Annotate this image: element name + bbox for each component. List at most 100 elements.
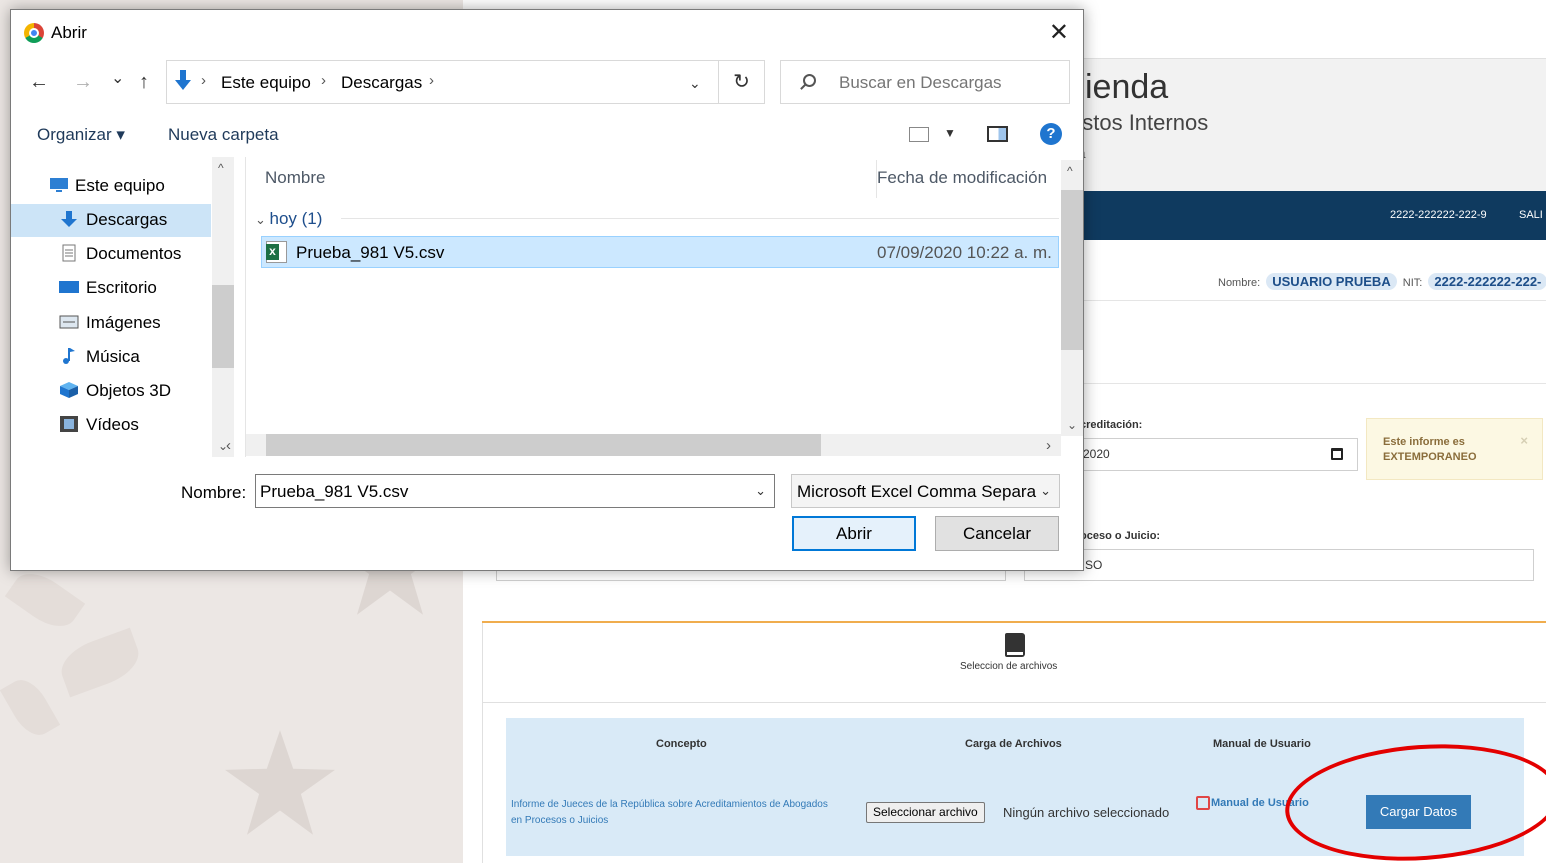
sidebar-item-escritorio[interactable]: Escritorio	[11, 272, 211, 305]
book-icon	[1005, 633, 1025, 657]
sidebar-item-label: Vídeos	[86, 415, 139, 434]
help-icon[interactable]: ?	[1040, 123, 1062, 145]
logout-link[interactable]: SALI	[1519, 209, 1543, 221]
user-info: Nombre: USUARIO PRUEBA NIT: 2222-222222-…	[1218, 273, 1546, 290]
breadcrumb-descargas[interactable]: Descargas	[341, 73, 422, 93]
chevron-down-icon[interactable]: ⌄	[755, 483, 766, 499]
sidebar-item-videos[interactable]: Vídeos	[11, 409, 211, 442]
divider	[1060, 300, 1546, 301]
user-nit-badge: 2222-222222-222-	[1428, 273, 1546, 290]
forward-button[interactable]: →	[73, 71, 93, 94]
back-button[interactable]: ←	[29, 71, 49, 94]
sidebar-item-label: Este equipo	[75, 176, 165, 195]
sidebar-item-objetos-3d[interactable]: Objetos 3D	[11, 375, 211, 408]
star-decoration-icon	[225, 730, 335, 835]
excel-csv-icon	[266, 241, 287, 263]
file-type-value: Microsoft Excel Comma Separa	[797, 482, 1037, 501]
sidebar-item-label: Documentos	[86, 244, 182, 263]
process-label: oceso o Juicio:	[1080, 530, 1161, 542]
sidebar-item-label: Imágenes	[86, 313, 161, 332]
documents-icon	[62, 244, 76, 262]
breadcrumb-separator: ›	[429, 72, 434, 89]
sidebar-item-label: Objetos 3D	[86, 381, 172, 400]
concept-link[interactable]: Informe de Jueces de la República sobre …	[511, 797, 841, 829]
horizontal-scrollbar[interactable]: ‹ ›	[226, 434, 1061, 456]
user-nit-label: NIT:	[1402, 277, 1423, 289]
chevron-down-icon[interactable]: ⌄	[1040, 483, 1051, 499]
file-selection-label: Seleccion de archivos	[960, 661, 1058, 672]
breadcrumb-este-equipo[interactable]: Este equipo	[221, 73, 311, 93]
filename-input[interactable]	[260, 482, 740, 502]
file-list-scrollbar[interactable]: ^ ⌄	[1061, 160, 1083, 436]
extemporaneous-alert: Este informe es EXTEMPORANEO ×	[1366, 418, 1543, 480]
scroll-up-icon[interactable]: ^	[1067, 164, 1073, 178]
cancel-button[interactable]: Cancelar	[935, 516, 1059, 551]
scroll-thumb[interactable]	[212, 285, 234, 368]
group-divider	[341, 218, 1059, 219]
search-input[interactable]	[839, 73, 1059, 93]
page-subtitle: estos Internos	[1070, 110, 1209, 135]
column-header-manual: Manual de Usuario	[1213, 738, 1311, 750]
close-button[interactable]: ✕	[1049, 18, 1069, 47]
sidebar-item-documentos[interactable]: Documentos	[11, 238, 211, 271]
music-icon	[63, 348, 75, 364]
calendar-icon[interactable]	[1331, 448, 1343, 460]
desktop-icon	[59, 281, 79, 293]
sidebar-item-este-equipo[interactable]: Este equipo	[11, 170, 211, 203]
process-input[interactable]: SO	[1024, 549, 1534, 581]
leaf-decoration	[54, 627, 146, 698]
group-header-label: hoy (1)	[269, 209, 323, 228]
scroll-right-icon[interactable]: ›	[1046, 437, 1051, 454]
column-header-name[interactable]: Nombre	[265, 168, 325, 188]
view-caret-icon[interactable]: ▼	[944, 126, 956, 140]
scroll-up-icon[interactable]: ^	[218, 161, 224, 175]
column-header-concepto: Concepto	[656, 738, 707, 750]
downloads-arrow-icon	[175, 70, 191, 90]
group-header-today[interactable]: ⌄ hoy (1)	[255, 209, 322, 229]
accreditation-date-label: creditación:	[1080, 419, 1143, 431]
filename-label: Nombre:	[181, 483, 247, 502]
leaf-decoration	[0, 672, 61, 743]
downloads-icon	[61, 211, 77, 227]
scroll-down-icon[interactable]: ⌄	[1067, 418, 1077, 432]
file-type-select[interactable]: Microsoft Excel Comma Separa ⌄	[791, 474, 1060, 508]
no-file-selected-text: Ningún archivo seleccionado	[1003, 805, 1170, 820]
new-folder-button[interactable]: Nueva carpeta	[168, 125, 279, 145]
divider	[1060, 383, 1546, 384]
3d-objects-icon	[60, 382, 78, 398]
sidebar-item-label: Escritorio	[86, 278, 157, 297]
scroll-left-icon[interactable]: ‹	[226, 437, 231, 454]
search-icon	[803, 74, 816, 87]
address-bar[interactable]: › Este equipo › Descargas › ⌄	[166, 60, 719, 104]
dialog-title: Abrir	[51, 23, 87, 42]
filename-field[interactable]: ⌄	[255, 474, 775, 508]
date-value: 2020	[1083, 447, 1110, 461]
recent-locations-button[interactable]: ⌄	[111, 68, 124, 88]
preview-pane-icon[interactable]	[987, 126, 1008, 142]
refresh-button[interactable]: ↻	[719, 60, 765, 104]
column-header-carga: Carga de Archivos	[965, 738, 1062, 750]
sidebar-item-musica[interactable]: Música	[11, 341, 211, 374]
sidebar-item-descargas[interactable]: Descargas	[11, 204, 211, 237]
scroll-thumb[interactable]	[266, 434, 821, 456]
open-button[interactable]: Abrir	[792, 516, 916, 551]
nav-nit: 2222-222222-222-9	[1390, 209, 1487, 221]
address-dropdown-icon[interactable]: ⌄	[689, 75, 701, 92]
view-options-icon[interactable]	[909, 127, 929, 142]
sidebar-item-label: Descargas	[86, 210, 168, 229]
file-date: 07/09/2020 10:22 a. m.	[877, 243, 1052, 262]
column-header-date[interactable]: Fecha de modificación	[877, 168, 1047, 188]
top-nav-bar: 2222-222222-222-9 SALI	[1060, 191, 1546, 240]
scroll-thumb[interactable]	[1061, 190, 1083, 350]
close-icon[interactable]: ×	[1520, 433, 1528, 448]
up-button[interactable]: ↑	[139, 71, 149, 94]
sidebar-item-imagenes[interactable]: Imágenes	[11, 307, 211, 340]
search-box[interactable]	[780, 60, 1070, 104]
sidebar-scrollbar[interactable]: ^ ⌄	[212, 157, 234, 457]
organize-menu[interactable]: Organizar ▾	[37, 125, 125, 145]
choose-file-button[interactable]: Seleccionar archivo	[866, 802, 985, 823]
pdf-icon	[1196, 796, 1210, 810]
file-row[interactable]: Prueba_981 V5.csv 07/09/2020 10:22 a. m.	[261, 236, 1059, 268]
breadcrumb-separator: ›	[321, 72, 326, 89]
accreditation-date-input[interactable]: 2020	[1060, 438, 1358, 471]
